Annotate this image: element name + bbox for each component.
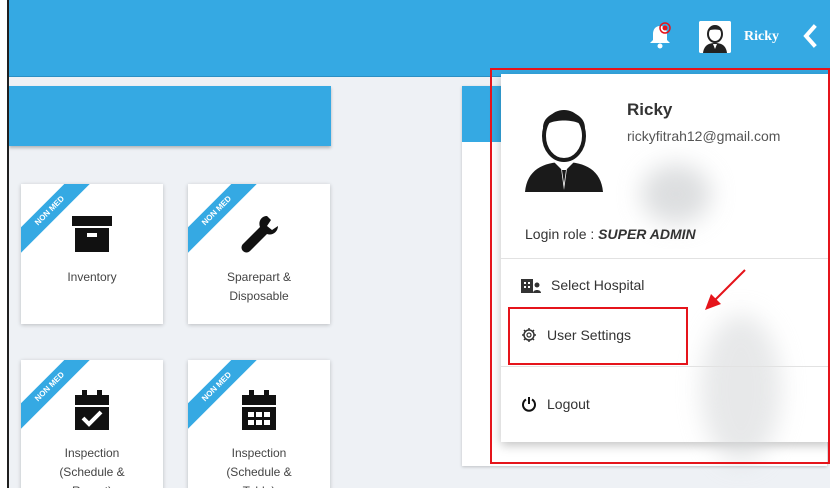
menu-divider bbox=[501, 366, 830, 367]
tile-label: Sparepart & Disposable bbox=[226, 270, 292, 303]
user-dropdown-menu: Ricky rickyfitrah12@gmail.com Login role… bbox=[501, 74, 830, 464]
tile-label: Inventory bbox=[67, 270, 117, 284]
user-avatar[interactable] bbox=[699, 21, 731, 53]
calendar-check-icon bbox=[75, 390, 109, 430]
profile-avatar-icon bbox=[525, 110, 603, 192]
page-header-banner bbox=[9, 86, 331, 146]
calendar-grid-icon bbox=[242, 390, 276, 430]
app-frame: Ricky NON MED Inventory NON MED Sparepar… bbox=[7, 0, 830, 488]
topbar-user-name[interactable]: Ricky bbox=[744, 29, 779, 45]
menu-item-select-hospital[interactable]: Select Hospital bbox=[521, 272, 644, 298]
archive-box-icon bbox=[72, 216, 112, 252]
menu-item-label: Logout bbox=[547, 396, 590, 412]
menu-item-label: Select Hospital bbox=[551, 277, 645, 293]
profile-name: Ricky bbox=[627, 100, 673, 119]
module-tile-inspection-report[interactable]: NON MED Inspection (Schedule & Report) bbox=[21, 360, 163, 488]
module-tile-inventory[interactable]: NON MED Inventory bbox=[21, 184, 163, 324]
notification-bell-icon[interactable] bbox=[647, 22, 673, 50]
role-value: SUPER ADMIN bbox=[598, 226, 696, 242]
tile-label: Inspection (Schedule & Table) bbox=[226, 446, 292, 488]
annotation-arrow-icon bbox=[705, 269, 746, 310]
menu-item-user-settings[interactable]: User Settings bbox=[521, 322, 631, 348]
menu-item-label: User Settings bbox=[547, 327, 632, 343]
wrench-icon bbox=[241, 216, 278, 253]
tile-label: Inspection (Schedule & Report) bbox=[59, 446, 125, 488]
menu-divider bbox=[501, 258, 830, 259]
profile-email: rickyfitrah12@gmail.com bbox=[627, 128, 781, 144]
module-tile-inspection-table[interactable]: NON MED Inspection (Schedule & Table) bbox=[188, 360, 330, 488]
module-tile-sparepart[interactable]: NON MED Sparepart & Disposable bbox=[188, 184, 330, 324]
top-navbar: Ricky bbox=[9, 0, 830, 77]
power-icon bbox=[522, 397, 536, 412]
login-role: Login role : SUPER ADMIN bbox=[525, 226, 696, 242]
role-label: Login role : bbox=[525, 226, 599, 242]
menu-item-logout[interactable]: Logout bbox=[521, 391, 590, 417]
gear-icon bbox=[522, 328, 536, 342]
hospital-icon bbox=[521, 279, 541, 293]
chevron-left-icon[interactable] bbox=[802, 23, 818, 49]
blurred-area bbox=[641, 164, 711, 224]
blurred-area bbox=[701, 314, 781, 464]
